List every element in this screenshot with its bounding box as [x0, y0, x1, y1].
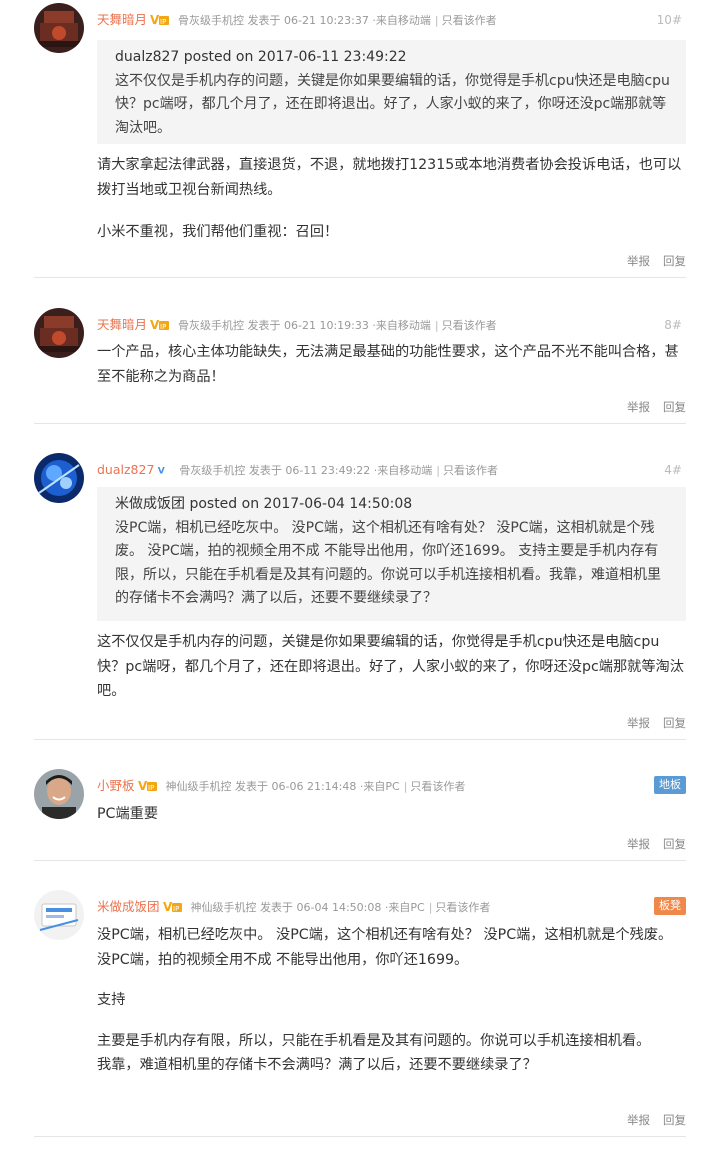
posted-label: 发表于: [247, 14, 281, 27]
post-floor-3: 小野板 V IP 神仙级手机控 发表于 06-06 21:14:48 ·来自PC | 只看…: [34, 740, 686, 861]
username-link[interactable]: 米做成饭团: [97, 899, 160, 914]
svg-text:IP: IP: [148, 784, 154, 792]
svg-text:V: V: [150, 318, 160, 331]
post-actions: 举报 回复: [614, 836, 686, 852]
only-author-link[interactable]: 只看该作者: [442, 319, 497, 332]
post-source: ·来自移动端: [373, 464, 433, 477]
floor-badge: 板凳: [654, 897, 686, 915]
svg-text:IP: IP: [160, 323, 166, 331]
post-meta: 米做成饭团 V IP 神仙级手机控 发表于 06-04 14:50:08 ·来自PC |…: [97, 897, 686, 915]
post-paragraph: 一个产品，核心主体功能缺失，无法满足最基础的功能性要求，这个产品不光不能叫合格，…: [97, 344, 679, 385]
avatar[interactable]: [34, 453, 84, 503]
vip-badge-icon: V IP: [150, 318, 170, 331]
post-source: ·来自移动端: [372, 14, 431, 27]
user-rank: 骨灰级手机控: [178, 319, 245, 332]
svg-text:V: V: [163, 900, 173, 913]
reply-button[interactable]: 回复: [663, 254, 686, 268]
reply-button[interactable]: 回复: [663, 400, 686, 414]
report-button[interactable]: 举报: [627, 400, 650, 414]
posted-label: 发表于: [260, 901, 294, 914]
post-date: 06-11 23:49:22: [285, 464, 371, 477]
post-content: 没PC端，相机已经吃灰中。 没PC端，这个相机还有啥有处？ 没PC端，这相机就是…: [97, 923, 686, 1078]
floor-number: 8#: [664, 318, 682, 332]
reply-button[interactable]: 回复: [663, 1113, 686, 1127]
avatar[interactable]: [34, 890, 84, 940]
user-rank: 骨灰级手机控: [178, 14, 245, 27]
post-paragraph: 这不仅仅是手机内存的问题，关键是你如果要编辑的话，你觉得是手机cpu快还是电脑c…: [97, 634, 684, 699]
post-content: 请大家拿起法律武器，直接退货，不退，就地拨打12315或本地消费者协会投诉电话，…: [97, 153, 686, 245]
quote-block: dualz827 posted on 2017-06-11 23:49:22 这…: [97, 40, 686, 144]
user-rank: 神仙级手机控: [165, 780, 232, 793]
quote-text: 这不仅仅是手机内存的问题，关键是你如果要编辑的话，你觉得是手机cpu快还是电脑c…: [115, 72, 670, 136]
avatar[interactable]: [34, 308, 84, 358]
floor-number: 10#: [656, 13, 682, 27]
posted-label: 发表于: [248, 464, 282, 477]
only-author-link[interactable]: 只看该作者: [410, 780, 465, 793]
post-content: PC端重要: [97, 802, 686, 827]
quote-header: dualz827 posted on 2017-06-11 23:49:22: [115, 49, 407, 65]
post-date: 06-06 21:14:48: [271, 780, 357, 793]
post-source: ·来自PC: [384, 901, 425, 914]
reply-button[interactable]: 回复: [663, 837, 686, 851]
posted-label: 发表于: [247, 319, 281, 332]
post-floor-4: dualz827 V 骨灰级手机控 发表于 06-11 23:49:22 ·来自移动…: [34, 424, 686, 740]
posted-label: 发表于: [235, 780, 269, 793]
post-date: 06-04 14:50:08: [296, 901, 382, 914]
vip-badge-icon: V IP: [163, 900, 182, 913]
reply-button[interactable]: 回复: [663, 716, 686, 730]
post-content: 一个产品，核心主体功能缺失，无法满足最基础的功能性要求，这个产品不光不能叫合格，…: [97, 340, 686, 389]
vip-badge-icon: V IP: [150, 13, 170, 26]
only-author-link[interactable]: 只看该作者: [443, 464, 498, 477]
post-meta: 天舞暗月 V IP 骨灰级手机控 发表于 06-21 10:19:33 ·来自移动端 |…: [97, 317, 682, 332]
avatar[interactable]: [34, 769, 84, 819]
report-button[interactable]: 举报: [627, 837, 650, 851]
post-paragraph: 请大家拿起法律武器，直接退货，不退，就地拨打12315或本地消费者协会投诉电话，…: [97, 157, 682, 198]
post-content: 这不仅仅是手机内存的问题，关键是你如果要编辑的话，你觉得是手机cpu快还是电脑c…: [97, 630, 686, 704]
report-button[interactable]: 举报: [627, 1113, 650, 1127]
thread-page: 天舞暗月 V IP 骨灰级手机控 发表于 06-21 10:23:37 ·来自移动端 |…: [0, 0, 720, 1166]
quote-header: 米做成饭团 posted on 2017-06-04 14:50:08: [115, 496, 413, 512]
quote-block: 米做成饭团 posted on 2017-06-04 14:50:08 没PC端…: [97, 487, 686, 621]
user-rank: 骨灰级手机控: [179, 464, 246, 477]
avatar[interactable]: [34, 3, 84, 53]
report-button[interactable]: 举报: [627, 254, 650, 268]
floor-badge: 地板: [654, 776, 686, 794]
username-link[interactable]: 小野板: [97, 778, 135, 793]
post-meta: 小野板 V IP 神仙级手机控 发表于 06-06 21:14:48 ·来自PC | 只看…: [97, 776, 686, 794]
post-floor-10: 天舞暗月 V IP 骨灰级手机控 发表于 06-21 10:23:37 ·来自移动端 |…: [34, 0, 686, 278]
only-author-link[interactable]: 只看该作者: [442, 14, 497, 27]
post-source: ·来自移动端: [372, 319, 431, 332]
post-paragraph: PC端重要: [97, 806, 159, 822]
post-date: 06-21 10:19:33: [284, 319, 369, 332]
post-paragraph: 没PC端，相机已经吃灰中。 没PC端，这个相机还有啥有处？ 没PC端，这相机就是…: [97, 927, 673, 968]
svg-text:V: V: [150, 13, 160, 26]
post-floor-2: 米做成饭团 V IP 神仙级手机控 发表于 06-04 14:50:08 ·来自PC |…: [34, 861, 686, 1137]
post-floor-8: 天舞暗月 V IP 骨灰级手机控 发表于 06-21 10:19:33 ·来自移动端 |…: [34, 278, 686, 424]
username-link[interactable]: dualz827: [97, 462, 154, 477]
post-paragraph: 小米不重视，我们帮他们重视：召回！: [97, 224, 339, 240]
floor-number: 4#: [664, 463, 682, 477]
post-paragraph: 主要是手机内存有限，所以，只能在手机看是及其有问题的。你说可以手机连接相机看。 …: [97, 1032, 651, 1074]
post-actions: 举报 回复: [614, 399, 686, 415]
post-paragraph: 支持: [97, 992, 126, 1008]
report-button[interactable]: 举报: [627, 716, 650, 730]
svg-text:V: V: [138, 779, 148, 792]
post-actions: 举报 回复: [614, 715, 686, 731]
svg-text:IP: IP: [173, 905, 179, 913]
username-link[interactable]: 天舞暗月: [97, 12, 147, 27]
post-meta: dualz827 V 骨灰级手机控 发表于 06-11 23:49:22 ·来自移动…: [97, 462, 682, 477]
quote-text: 没PC端，相机已经吃灰中。 没PC端，这个相机还有啥有处？ 没PC端，这相机就是…: [115, 519, 661, 607]
svg-text:IP: IP: [160, 18, 166, 26]
verified-v-icon: V: [158, 466, 165, 476]
only-author-link[interactable]: 只看该作者: [435, 901, 490, 914]
post-meta: 天舞暗月 V IP 骨灰级手机控 发表于 06-21 10:23:37 ·来自移动端 |…: [97, 12, 682, 27]
user-rank: 神仙级手机控: [190, 901, 257, 914]
post-actions: 举报 回复: [614, 1112, 686, 1128]
post-source: ·来自PC: [359, 780, 400, 793]
post-actions: 举报 回复: [614, 253, 686, 269]
svg-text:V: V: [158, 466, 165, 476]
post-date: 06-21 10:23:37: [284, 14, 369, 27]
username-link[interactable]: 天舞暗月: [97, 317, 147, 332]
vip-badge-icon: V IP: [138, 779, 157, 792]
